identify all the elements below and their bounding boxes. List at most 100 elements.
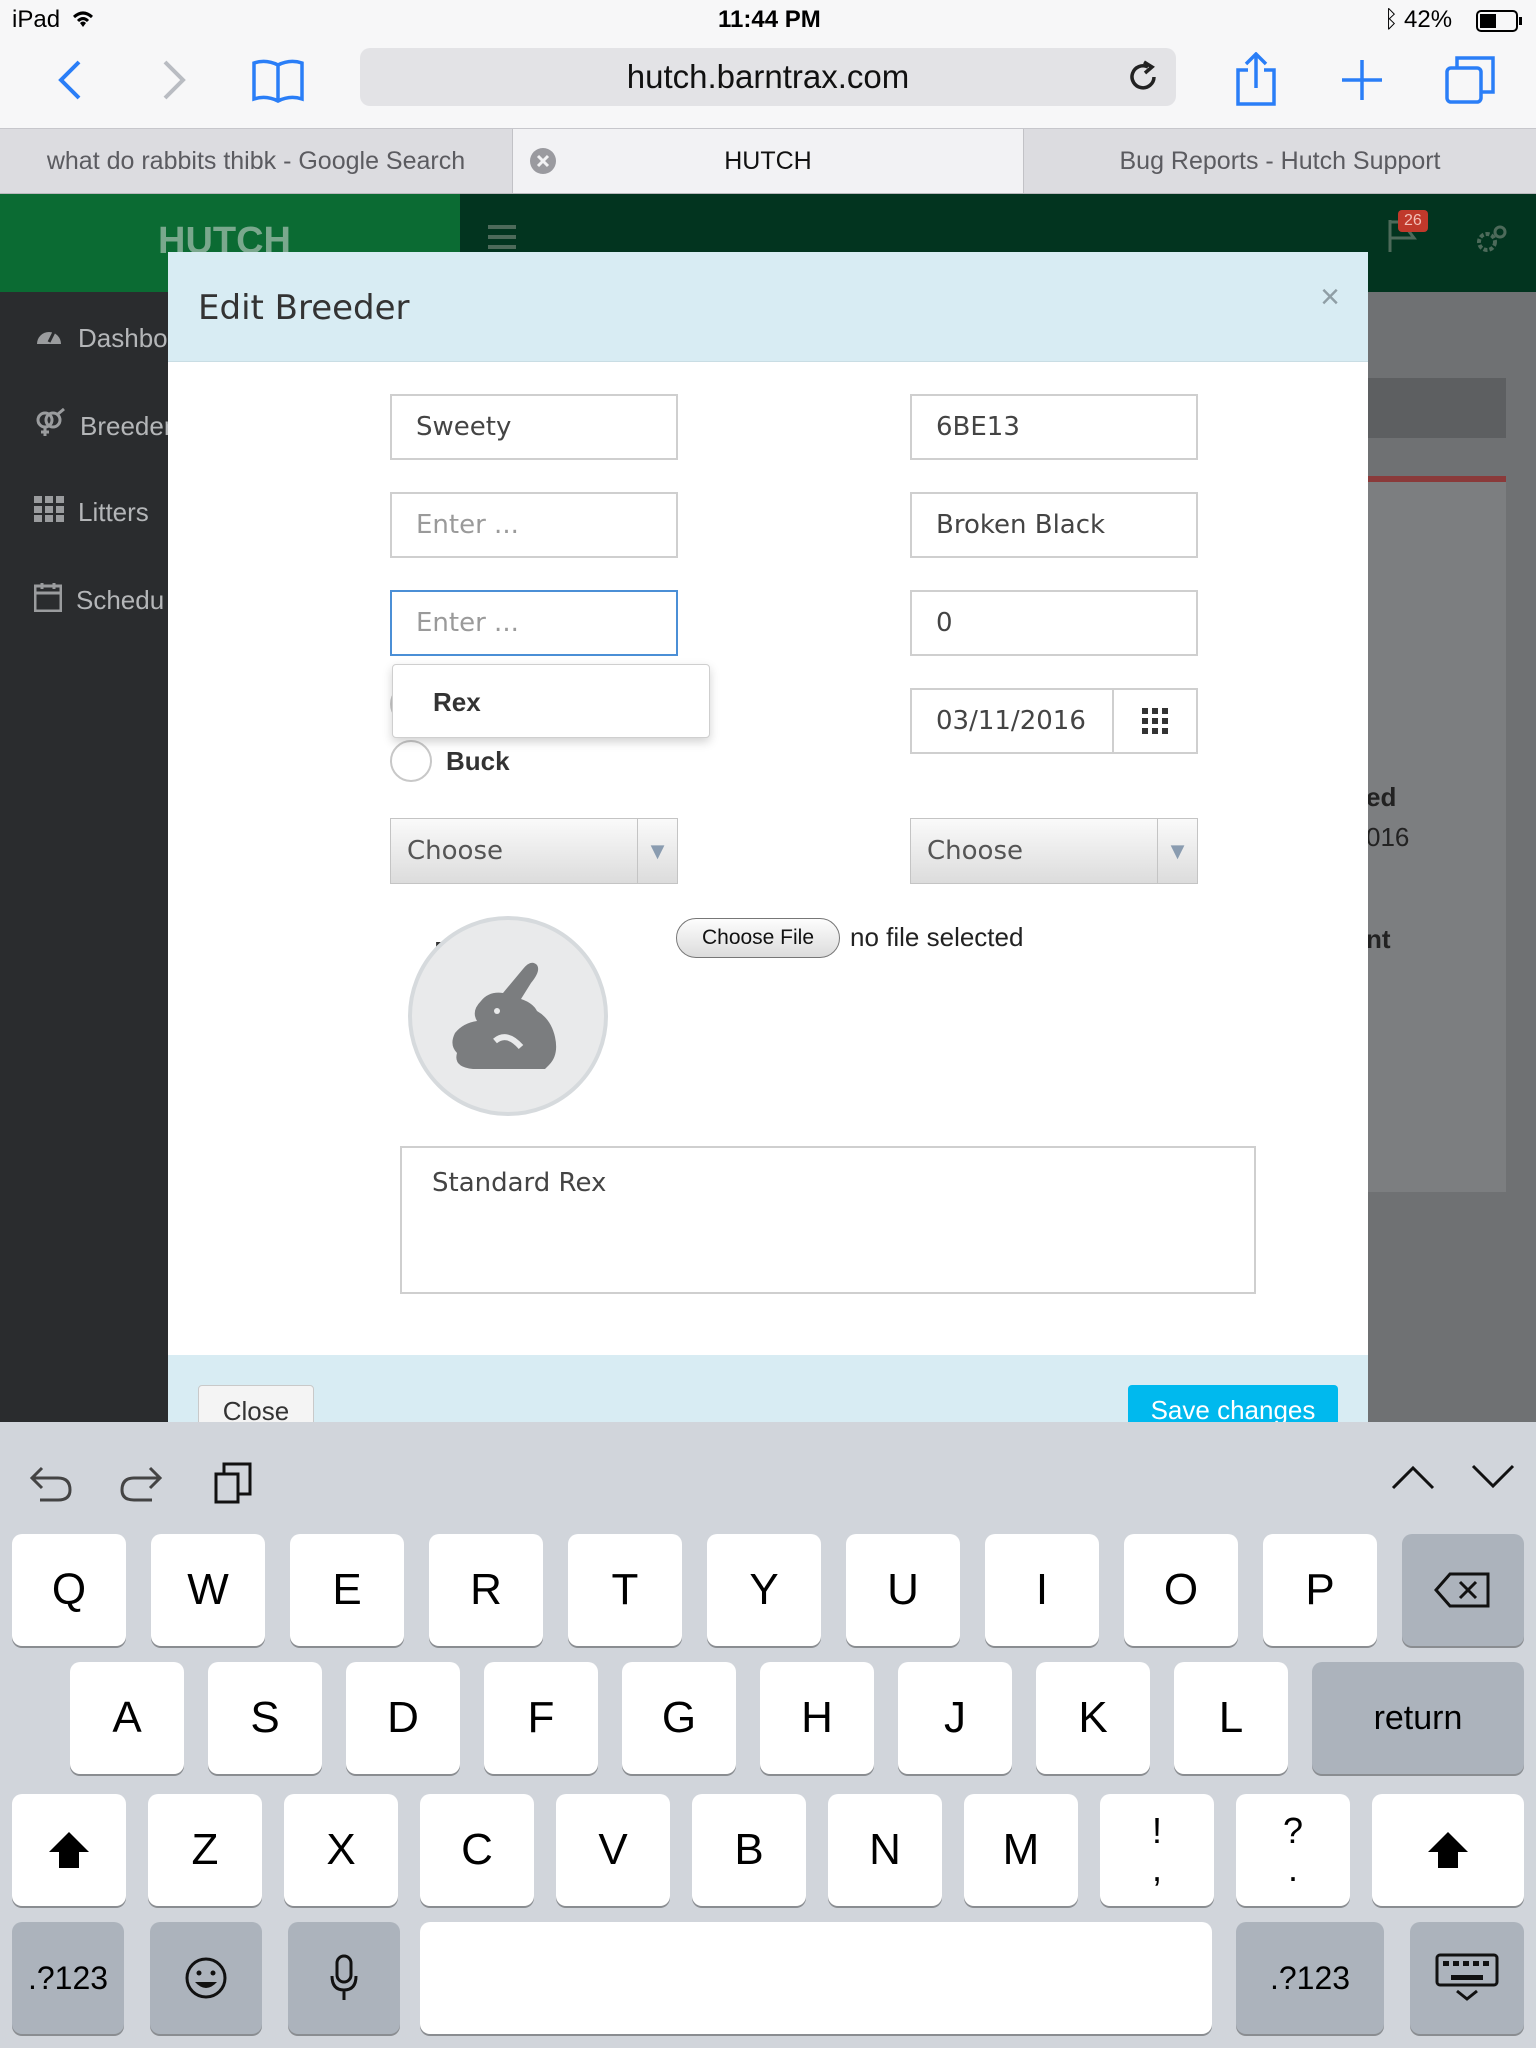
device-name: iPad [12, 6, 61, 33]
sex-buck-label: Buck [446, 746, 510, 776]
sidebar-item-breeders[interactable]: Breeder [34, 407, 173, 445]
rabbit-icon [452, 962, 557, 1069]
id-input[interactable]: 6BE13 [910, 394, 1198, 460]
back-icon[interactable] [40, 50, 100, 110]
modal-footer: Close Save changes [168, 1355, 1368, 1435]
tab-label: HUTCH [724, 146, 812, 175]
reload-icon[interactable] [1126, 60, 1160, 102]
bookmarks-icon[interactable] [248, 50, 308, 110]
breed-suggestion-item[interactable]: Rex [433, 687, 481, 718]
key-s[interactable]: S [208, 1662, 322, 1774]
notes-textarea[interactable]: Standard Rex [400, 1146, 1256, 1294]
key-w[interactable]: W [151, 1534, 265, 1646]
name-input[interactable]: Sweety [390, 394, 678, 460]
sex-radio-buck[interactable] [390, 740, 432, 782]
emoji-key[interactable] [150, 1922, 262, 2034]
chevron-down-icon: ▼ [637, 819, 677, 883]
key-e[interactable]: E [290, 1534, 404, 1646]
sidebar-label: Litters [78, 497, 149, 527]
key-a[interactable]: A [70, 1662, 184, 1774]
sidebar-label: Schedu [76, 585, 165, 615]
color-input[interactable]: Broken Black [910, 492, 1198, 558]
sidebar-item-dashboard[interactable]: Dashbo [34, 322, 168, 355]
key-h[interactable]: H [760, 1662, 874, 1774]
file-status: no file selected [850, 922, 1024, 952]
app-sidebar: Dashbo Breeder Litters Schedu [0, 292, 173, 1422]
dictation-key[interactable] [288, 1922, 400, 2034]
key-c[interactable]: C [420, 1794, 534, 1906]
key-v[interactable]: V [556, 1794, 670, 1906]
key-m[interactable]: M [964, 1794, 1078, 1906]
shift-right-key[interactable] [1372, 1794, 1524, 1906]
shift-icon [1428, 1832, 1468, 1868]
key-r[interactable]: R [429, 1534, 543, 1646]
key-u[interactable]: U [846, 1534, 960, 1646]
tab-hutch[interactable]: HUTCH [512, 129, 1024, 193]
tab-google-search[interactable]: what do rabbits thibk - Google Search [0, 129, 512, 193]
numbers-key-left[interactable]: .?123 [12, 1922, 124, 2034]
chevron-up-icon[interactable] [1390, 1462, 1436, 1492]
hide-keyboard-key[interactable] [1410, 1922, 1524, 2034]
breed-input[interactable]: Enter ... [390, 590, 678, 656]
weight-input[interactable]: 0 [910, 590, 1198, 656]
battery-percent: 42% [1404, 6, 1453, 33]
key-g[interactable]: G [622, 1662, 736, 1774]
share-icon[interactable] [1226, 50, 1286, 110]
key-j[interactable]: J [898, 1662, 1012, 1774]
return-key[interactable]: return [1312, 1662, 1524, 1774]
shift-icon [49, 1832, 89, 1868]
space-key[interactable] [420, 1922, 1212, 2034]
close-tab-icon[interactable] [529, 147, 557, 182]
key-p[interactable]: P [1263, 1534, 1377, 1646]
backspace-key[interactable] [1402, 1534, 1524, 1646]
key-exclaim-comma[interactable]: ! , [1100, 1794, 1214, 1906]
key-i[interactable]: I [985, 1534, 1099, 1646]
father-select[interactable]: Choose ▼ [390, 818, 678, 884]
shift-left-key[interactable] [12, 1794, 126, 1906]
url-bar[interactable]: hutch.barntrax.com [360, 48, 1176, 106]
wifi-icon [70, 8, 96, 36]
aquired-date-input[interactable]: 03/11/2016 [910, 688, 1114, 754]
key-f[interactable]: F [484, 1662, 598, 1774]
battery-icon [1476, 10, 1524, 39]
chevron-down-icon[interactable] [1470, 1462, 1516, 1492]
backspace-icon [1434, 1572, 1490, 1608]
background-text: ed [1366, 782, 1397, 812]
calendar-icon [33, 582, 63, 619]
sidebar-item-litters[interactable]: Litters [34, 496, 149, 529]
sidebar-item-schedule[interactable]: Schedu [33, 582, 165, 619]
key-o[interactable]: O [1124, 1534, 1238, 1646]
key-top-char: ? [1282, 1810, 1304, 1851]
undo-icon[interactable] [26, 1464, 74, 1504]
key-b[interactable]: B [692, 1794, 806, 1906]
modal-close-icon[interactable]: × [1320, 278, 1340, 317]
key-t[interactable]: T [568, 1534, 682, 1646]
modal-title: Edit Breeder [198, 288, 410, 328]
key-question-period[interactable]: ? . [1236, 1794, 1350, 1906]
clipboard-icon[interactable] [212, 1460, 256, 1506]
settings-gears-icon[interactable] [1474, 224, 1508, 261]
emoji-icon [185, 1957, 227, 1999]
key-q[interactable]: Q [12, 1534, 126, 1646]
grid-icon [34, 496, 64, 529]
tabs-overview-icon[interactable] [1440, 50, 1500, 110]
key-d[interactable]: D [346, 1662, 460, 1774]
cage-input[interactable]: Enter ... [390, 492, 678, 558]
key-x[interactable]: X [284, 1794, 398, 1906]
chevron-down-icon: ▼ [1157, 819, 1197, 883]
calendar-grid-icon[interactable] [1112, 688, 1198, 754]
key-n[interactable]: N [828, 1794, 942, 1906]
choose-file-button[interactable]: Choose File [676, 918, 840, 958]
key-z[interactable]: Z [148, 1794, 262, 1906]
sidebar-label: Breeder [80, 411, 173, 441]
new-tab-icon[interactable] [1332, 50, 1392, 110]
mother-select[interactable]: Choose ▼ [910, 818, 1198, 884]
key-k[interactable]: K [1036, 1662, 1150, 1774]
numbers-key-right[interactable]: .?123 [1236, 1922, 1384, 2034]
modal-header: Edit Breeder × [168, 252, 1368, 362]
forward-icon[interactable] [144, 50, 204, 110]
key-y[interactable]: Y [707, 1534, 821, 1646]
redo-icon[interactable] [118, 1464, 166, 1504]
key-l[interactable]: L [1174, 1662, 1288, 1774]
tab-bug-reports[interactable]: Bug Reports - Hutch Support [1024, 129, 1536, 193]
